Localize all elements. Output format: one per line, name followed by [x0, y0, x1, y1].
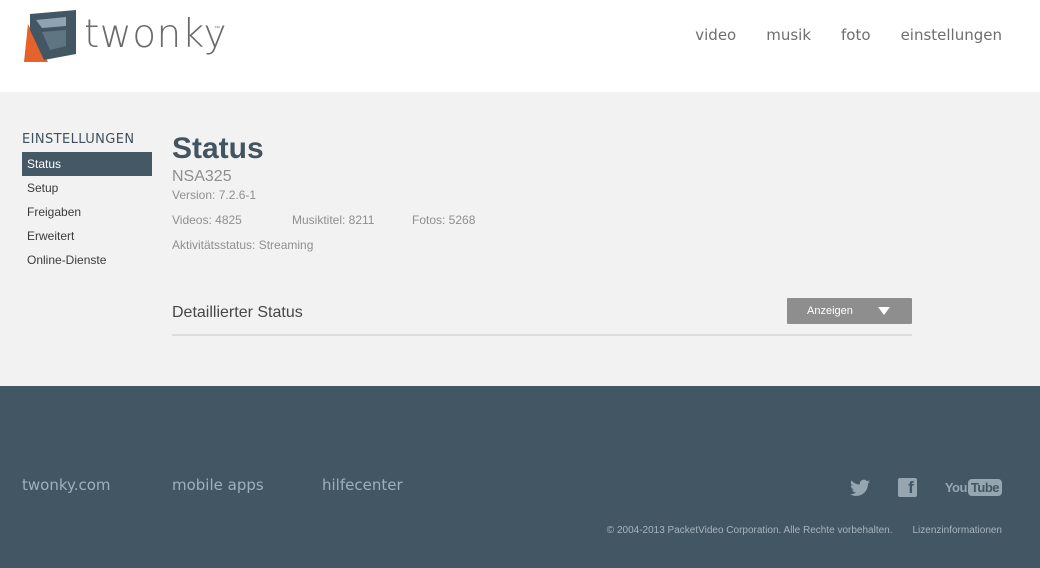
- sidebar-item-freigaben[interactable]: Freigaben: [22, 200, 152, 224]
- settings-sidebar: EINSTELLUNGEN Status Setup Freigaben Erw…: [22, 132, 152, 272]
- detailed-status-label: Detaillierter Status: [172, 304, 303, 321]
- copyright-bar: © 2004-2013 PacketVideo Corporation. All…: [607, 525, 1002, 536]
- main-nav: video musik foto einstellungen: [695, 26, 1002, 44]
- trademark: ™: [214, 26, 220, 32]
- twitter-icon[interactable]: [849, 479, 870, 497]
- social-links: f You Tube: [849, 478, 1002, 497]
- twonky-logo[interactable]: [22, 10, 76, 62]
- main-area: EINSTELLUNGEN Status Setup Freigaben Erw…: [0, 92, 1040, 386]
- footer-link-hilfecenter[interactable]: hilfecenter: [322, 476, 403, 494]
- header: twonky ™ video musik foto einstellungen: [0, 0, 1040, 92]
- music-count: Musiktitel: 8211: [292, 213, 375, 227]
- footer-links: twonky.com mobile apps hilfecenter: [22, 476, 403, 494]
- device-name: NSA325: [172, 168, 232, 185]
- page-title: Status: [172, 132, 264, 165]
- footer-link-twonky[interactable]: twonky.com: [22, 476, 172, 494]
- license-link[interactable]: Lizenzinformationen: [913, 525, 1003, 536]
- footer: twonky.com mobile apps hilfecenter f You…: [0, 386, 1040, 568]
- photo-count: Fotos: 5268: [412, 213, 476, 227]
- logo-wordmark[interactable]: twonky: [84, 12, 227, 57]
- copyright-text: © 2004-2013 PacketVideo Corporation. All…: [606, 525, 893, 536]
- facebook-icon[interactable]: f: [897, 478, 917, 497]
- nav-einstellungen[interactable]: einstellungen: [901, 26, 1002, 44]
- show-details-label: Anzeigen: [807, 305, 853, 317]
- show-details-button[interactable]: Anzeigen: [787, 298, 912, 324]
- detailed-status-row: Detaillierter Status Anzeigen: [172, 298, 912, 336]
- version-text: Version: 7.2.6-1: [172, 188, 257, 202]
- nav-musik[interactable]: musik: [766, 26, 811, 44]
- status-panel: Status NSA325 Version: 7.2.6-1 Videos: 4…: [172, 132, 912, 336]
- sidebar-item-erweitert[interactable]: Erweitert: [22, 224, 152, 248]
- nav-video[interactable]: video: [695, 26, 736, 44]
- activity-status: Aktivitätsstatus: Streaming: [172, 238, 314, 252]
- sidebar-item-setup[interactable]: Setup: [22, 176, 152, 200]
- nav-foto[interactable]: foto: [841, 26, 871, 44]
- youtube-icon[interactable]: You Tube: [945, 479, 1002, 496]
- video-count: Videos: 4825: [172, 213, 242, 227]
- sidebar-title: EINSTELLUNGEN: [22, 132, 135, 147]
- sidebar-item-online-dienste[interactable]: Online-Dienste: [22, 248, 152, 272]
- chevron-down-icon: [878, 307, 890, 315]
- footer-link-mobile-apps[interactable]: mobile apps: [172, 476, 322, 494]
- media-counts: Videos: 4825 Musiktitel: 8211 Fotos: 526…: [172, 212, 912, 228]
- sidebar-item-status[interactable]: Status: [22, 152, 152, 176]
